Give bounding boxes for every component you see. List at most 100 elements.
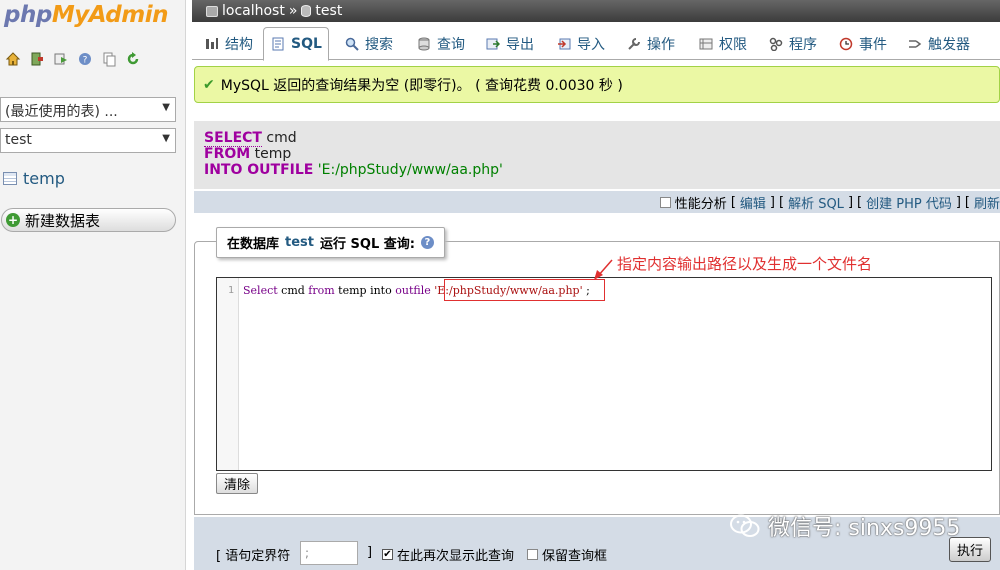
- executed-sql: SELECT cmd FROM temp INTO OUTFILE 'E:/ph…: [194, 121, 1000, 189]
- show-again-checkbox[interactable]: ✔: [382, 549, 393, 560]
- docs-icon[interactable]: ?: [76, 50, 94, 68]
- tab-routines[interactable]: 程序: [762, 27, 823, 60]
- structure-icon: [204, 36, 219, 51]
- refresh-link[interactable]: 刷新: [974, 193, 1000, 212]
- tab-label: 导出: [506, 36, 534, 53]
- success-text: MySQL 返回的查询结果为空 (即零行)。 ( 查询花费 0.0030 秒 ): [220, 77, 623, 94]
- tab-bar: 结构 SQL 搜索 查询 导出 导入 操作 权限 程序 事件 触发器: [192, 24, 1000, 61]
- triggers-icon: [907, 36, 922, 51]
- chevron-down-icon: ▼: [162, 133, 170, 144]
- breadcrumb-database[interactable]: test: [315, 3, 342, 19]
- sql-keyword[interactable]: SELECT: [204, 130, 262, 147]
- legend-db: test: [285, 235, 314, 250]
- sql-icon: [270, 37, 285, 52]
- sql-keyword: INTO OUTFILE: [204, 162, 314, 178]
- tab-label: 触发器: [928, 36, 970, 53]
- query-icon: [416, 36, 431, 51]
- plus-icon: +: [6, 213, 20, 227]
- delimiter-input[interactable]: ;: [300, 541, 358, 565]
- profiling-checkbox[interactable]: [659, 196, 671, 208]
- tab-label: 结构: [225, 36, 253, 53]
- explain-sql-link[interactable]: 解析 SQL: [788, 193, 844, 212]
- bracket: [: [730, 194, 736, 210]
- tab-search[interactable]: 搜索: [338, 27, 399, 60]
- new-table-button[interactable]: + 新建数据表: [1, 208, 176, 232]
- tab-events[interactable]: 事件: [832, 27, 893, 60]
- tab-label: 导入: [577, 36, 605, 53]
- sql-text: cmd: [261, 130, 297, 146]
- wechat-watermark: 微信号: sinxs9955: [730, 510, 960, 542]
- logo-php: php: [4, 2, 52, 28]
- breadcrumb: localhost » test: [192, 0, 1000, 22]
- phpmyadmin-logo[interactable]: phpMyAdmin: [4, 2, 168, 28]
- tab-label: SQL: [291, 36, 322, 52]
- code-keyword: from: [308, 284, 335, 297]
- tab-import[interactable]: 导入: [550, 27, 611, 60]
- check-icon: ✔: [203, 76, 215, 93]
- tab-label: 操作: [647, 36, 675, 53]
- reload-icon[interactable]: [124, 50, 142, 68]
- bracket: ]: [847, 194, 854, 210]
- nav-table-name: temp: [23, 169, 65, 188]
- tab-operations[interactable]: 操作: [620, 27, 681, 60]
- bracket: ]: [769, 194, 775, 210]
- phpmyadmin-window: phpMyAdmin ? (最近使用的表) ... ▼ test ▼ temp …: [0, 0, 1000, 570]
- logo-myadmin: MyAdmin: [51, 2, 169, 28]
- tab-triggers[interactable]: 触发器: [901, 27, 976, 60]
- tab-export[interactable]: 导出: [479, 27, 540, 60]
- sql-editor[interactable]: 1 Select cmd from temp into outfile 'E:/…: [216, 277, 992, 471]
- breadcrumb-server[interactable]: localhost: [222, 3, 285, 19]
- nav-table-item-temp[interactable]: temp: [3, 169, 65, 188]
- profiling-label: 性能分析: [674, 196, 727, 212]
- tab-label: 查询: [437, 36, 465, 53]
- legend-suffix: 运行 SQL 查询:: [320, 237, 415, 252]
- tab-label: 权限: [719, 36, 747, 53]
- delimiter-close-bracket: ]: [367, 545, 373, 560]
- annotation-arrow: [594, 259, 613, 280]
- recent-tables-value: (最近使用的表) ...: [5, 104, 118, 120]
- database-icon: [301, 5, 312, 17]
- search-icon: [344, 36, 359, 51]
- tab-query[interactable]: 查询: [410, 27, 471, 60]
- routines-icon: [768, 36, 783, 51]
- help-icon[interactable]: ?: [420, 236, 434, 249]
- show-again-label: 在此再次显示此查询: [397, 549, 515, 564]
- nav-toolbar: ?: [4, 50, 142, 68]
- server-icon: [206, 5, 218, 17]
- home-icon[interactable]: [4, 50, 22, 68]
- retain-box-option[interactable]: 保留查询框: [527, 545, 607, 564]
- sql-query-icon[interactable]: [52, 50, 70, 68]
- tab-structure[interactable]: 结构: [198, 27, 259, 60]
- show-again-option[interactable]: ✔ 在此再次显示此查询: [382, 545, 514, 564]
- tab-label: 事件: [859, 36, 887, 53]
- clear-button[interactable]: 清除: [216, 473, 258, 494]
- navigation-panel: phpMyAdmin ? (最近使用的表) ... ▼ test ▼ temp …: [0, 0, 186, 570]
- database-select-value: test: [5, 132, 32, 148]
- create-php-link[interactable]: 创建 PHP 代码: [866, 193, 952, 212]
- code-keyword: Select: [243, 284, 278, 297]
- edit-link[interactable]: 编辑: [740, 193, 766, 212]
- sql-links-bar: 性能分析 [编辑] [解析 SQL] [创建 PHP 代码] [刷新: [194, 191, 1000, 213]
- bracket: [: [778, 194, 785, 210]
- svg-text:?: ?: [83, 56, 88, 66]
- highlight-box: [444, 279, 605, 301]
- copy-icon[interactable]: [100, 50, 118, 68]
- code-keyword: outfile: [395, 284, 431, 297]
- tab-privileges[interactable]: 权限: [692, 27, 753, 60]
- line-number: 1: [227, 285, 234, 296]
- exit-icon[interactable]: [28, 50, 46, 68]
- retain-box-checkbox[interactable]: [527, 549, 538, 560]
- recent-tables-select[interactable]: (最近使用的表) ... ▼: [0, 97, 176, 122]
- wechat-icon: [730, 514, 760, 537]
- bracket: ]: [955, 194, 961, 210]
- watermark-text: 微信号: sinxs9955: [768, 516, 961, 541]
- sql-keyword: FROM: [204, 146, 251, 162]
- sql-text: temp: [250, 146, 292, 162]
- legend-prefix: 在数据库: [227, 237, 280, 252]
- sql-string: 'E:/phpStudy/www/aa.php': [313, 162, 503, 178]
- new-table-label: 新建数据表: [25, 211, 101, 230]
- query-legend: 在数据库 test 运行 SQL 查询: ?: [216, 227, 445, 258]
- tab-sql[interactable]: SQL: [263, 27, 329, 61]
- code-text: temp into: [334, 284, 396, 297]
- database-select[interactable]: test ▼: [0, 128, 176, 153]
